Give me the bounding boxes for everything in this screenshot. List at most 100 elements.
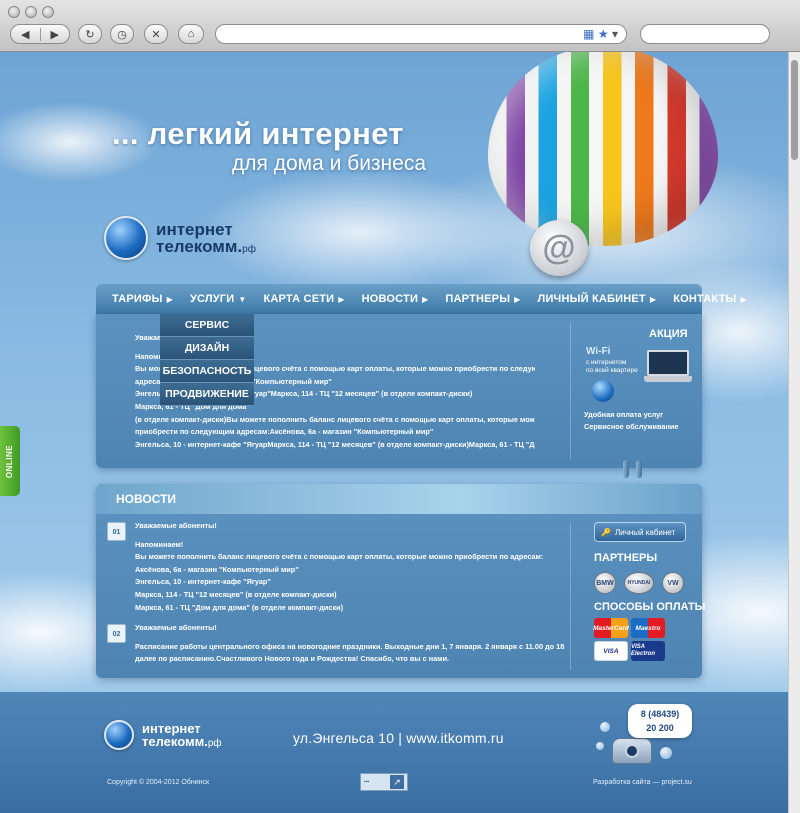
decor-bubble [600, 722, 610, 732]
promo-feature-service: Сервисное обслуживание [584, 422, 679, 431]
decor-bubble [596, 742, 604, 750]
back-button[interactable]: ◀ [11, 28, 40, 41]
clock-icon: ◷ [117, 28, 127, 41]
hero-tagline: ... легкий интернет [112, 116, 404, 151]
arrow-icon: ↗ [390, 775, 404, 789]
visa-electron-logo: VISA Electron [631, 641, 665, 661]
news-line: Энгельса, 10 - интернет-кафе "Ягуар" [135, 577, 271, 587]
personal-account-label: Личный кабинет [614, 527, 676, 537]
nav-partners[interactable]: ПАРТНЕРЫ ▶ [445, 293, 520, 305]
window-minimize-button[interactable] [25, 6, 37, 18]
chevron-right-icon: ▶ [514, 295, 521, 304]
news-panel-header: НОВОСТИ [96, 484, 702, 514]
announcement-line: приобрести по следующим адресам:Аксёнова… [135, 427, 434, 437]
laptop-icon [644, 350, 692, 384]
footer-logo-suffix: рф [207, 737, 222, 749]
site-logo[interactable]: интернет телекомм.рф [104, 216, 256, 260]
visit-counter[interactable]: ▪▪▪ ↗ [360, 773, 408, 791]
logo-suffix: рф [242, 244, 256, 255]
chevron-right-icon: ▶ [649, 295, 657, 304]
volkswagen-logo[interactable]: VW [662, 572, 684, 594]
news-heading[interactable]: Уважаемые абоненты! [135, 622, 565, 635]
footer-logo[interactable]: интернет телекомм.рф [104, 720, 222, 750]
main-nav: ТАРИФЫ ▶ УСЛУГИ ▼ КАРТА СЕТИ ▶ НОВОСТИ ▶ ПАР… [96, 284, 747, 314]
announcement-line: Энгельса, 10 - интернет-кафе "ЯгуарМаркс… [135, 439, 535, 449]
vertical-scrollbar[interactable] [788, 52, 800, 813]
news-item: Уважаемые абоненты! Напоминаем! Вы может… [135, 520, 565, 614]
reload-icon: ↻ [85, 28, 95, 41]
nav-tariffs[interactable]: ТАРИФЫ ▶ [112, 293, 173, 305]
logo-line2: телекомм. [156, 237, 243, 256]
news-item: Уважаемые абоненты! Расписание работы це… [135, 622, 565, 666]
news-line: Аксёнова, 6а - магазин "Компьютерный мир… [135, 564, 299, 574]
chevron-down-icon[interactable]: ▾ [612, 27, 618, 41]
window-close-button[interactable] [8, 6, 20, 18]
nav-contacts[interactable]: КОНТАКТЫ ▶ [673, 293, 747, 305]
news-line: Напоминаем! [135, 539, 184, 549]
counter-digits: ▪▪▪ [364, 779, 370, 785]
personal-account-button[interactable]: 🔑 Личный кабинет [594, 522, 686, 542]
dropdown-item-service[interactable]: СЕРВИС [160, 314, 254, 337]
page-viewport: @ ... легкий интернет для дома и бизнеса… [0, 52, 788, 813]
calendar-icon: 01 [107, 522, 126, 541]
stop-button[interactable]: ✕ [144, 24, 168, 44]
promo-title: АКЦИЯ [649, 328, 688, 340]
footer-logo-line2: телекомм. [142, 733, 208, 749]
news-line: Маркса, 61 - ТЦ "Дом для дома" (в отделе… [135, 602, 344, 612]
developer-credit[interactable]: Разработка сайта — project.su [593, 779, 692, 786]
footer-address[interactable]: ул.Энгельса 10 | www.itkomm.ru [293, 730, 504, 746]
payment-methods-title: СПОСОБЫ ОПЛАТЫ [594, 601, 706, 613]
panel-divider [570, 322, 571, 460]
panel-connector [623, 460, 629, 478]
nav-network-map[interactable]: КАРТА СЕТИ ▶ [263, 293, 344, 305]
home-button[interactable]: ⌂ [178, 24, 204, 44]
globe-logo-icon [104, 720, 134, 750]
reload-button[interactable]: ↻ [78, 24, 102, 44]
dropdown-item-promotion[interactable]: ПРОДВИЖЕНИЕ [160, 383, 254, 406]
panel-divider [570, 522, 571, 670]
nav-personal-account[interactable]: ЛИЧНЫЙ КАБИНЕТ ▶ [538, 293, 657, 305]
copyright: Copyright © 2004-2012 Обнинск [107, 779, 210, 786]
chevron-down-icon: ▼ [238, 295, 247, 304]
hero-subtagline: для дома и бизнеса [232, 152, 427, 175]
address-bar[interactable]: ▦ ★ ▾ [215, 24, 627, 44]
search-input[interactable] [640, 24, 770, 44]
nav-services[interactable]: УСЛУГИ ▼ [190, 293, 247, 305]
news-heading[interactable]: Уважаемые абоненты! [135, 520, 565, 533]
hyundai-logo[interactable]: HYUNDAI [624, 572, 654, 594]
nav-news[interactable]: НОВОСТИ ▶ [362, 293, 429, 305]
close-icon: ✕ [151, 28, 161, 41]
bookmark-star-icon[interactable]: ★ [598, 27, 609, 41]
dropdown-item-design[interactable]: ДИЗАЙН [160, 337, 254, 360]
wifi-label: Wi-Fi [586, 346, 611, 357]
maestro-logo: Maestro [631, 618, 665, 638]
calendar-icon: 02 [107, 624, 126, 643]
panel-connector [636, 460, 642, 478]
online-chat-tab[interactable]: ONLINE [0, 426, 20, 496]
news-line: Вы можете пополнить баланс лицевого счёт… [135, 552, 544, 562]
rss-bookmark-icons[interactable]: ▦ ★ ▾ [583, 27, 618, 41]
decor-bubble [660, 747, 672, 759]
browser-toolbar: ◀ ▶ ↻ ◷ ✕ ⌂ ▦ ★ ▾ [0, 0, 800, 52]
chevron-right-icon: ▶ [422, 295, 429, 304]
news-line: далее по расписанию.Счастливого Нового г… [135, 654, 450, 664]
history-button[interactable]: ◷ [110, 24, 134, 44]
phone-number[interactable]: 8 (48439) 20 200 [628, 704, 692, 738]
hot-air-balloon-illustration [488, 52, 718, 246]
chevron-right-icon: ▶ [166, 295, 173, 304]
announcement-line: (в отделе компакт-диски)Вы можете пополн… [135, 414, 535, 424]
key-icon: 🔑 [601, 527, 611, 537]
promo-feature-payment: Удобная оплата услуг [584, 410, 664, 419]
bmw-logo[interactable]: BMW [594, 572, 616, 594]
services-dropdown: СЕРВИС ДИЗАЙН БЕЗОПАСНОСТЬ ПРОДВИЖЕНИЕ [160, 314, 254, 406]
logo-line1: интернет [156, 220, 233, 239]
scrollbar-thumb[interactable] [791, 60, 798, 160]
online-label: ONLINE [5, 444, 15, 478]
rss-icon[interactable]: ▦ [583, 27, 594, 41]
chevron-right-icon: ▶ [338, 295, 345, 304]
window-zoom-button[interactable] [42, 6, 54, 18]
partners-list: BMW HYUNDAI VW [594, 572, 684, 594]
dropdown-item-security[interactable]: БЕЗОПАСНОСТЬ [160, 360, 254, 383]
news-line: Маркса, 114 - ТЦ "12 месяцев" (в отделе … [135, 589, 337, 599]
forward-button[interactable]: ▶ [39, 27, 70, 41]
